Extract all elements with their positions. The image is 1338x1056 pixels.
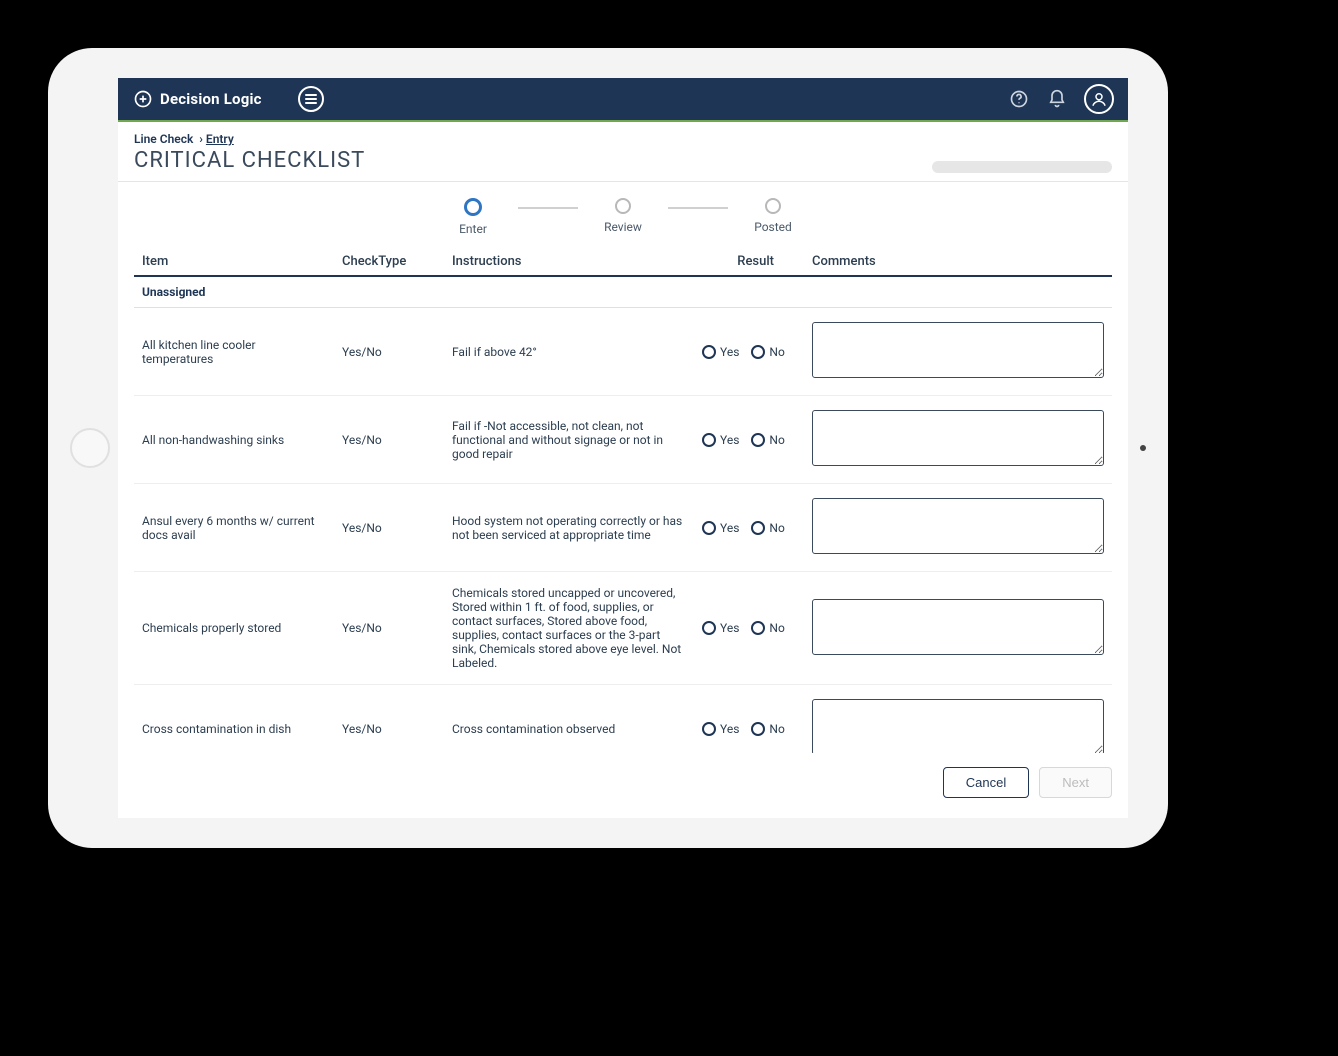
group-row: Unassigned (134, 276, 1112, 308)
cell-checktype: Yes/No (334, 484, 444, 572)
radio-no-label: No (769, 722, 784, 736)
cell-item: Cross contamination in dish (134, 685, 334, 754)
comments-input[interactable] (812, 599, 1104, 655)
page-title: CRITICAL CHECKLIST (134, 148, 365, 173)
radio-yes[interactable] (702, 621, 716, 635)
help-icon[interactable] (1008, 88, 1030, 110)
title-placeholder (932, 161, 1112, 173)
breadcrumb: Line Check › Entry (134, 132, 365, 146)
radio-no[interactable] (751, 433, 765, 447)
col-header-checktype: CheckType (334, 248, 444, 276)
cell-comments (804, 396, 1112, 484)
col-header-item: Item (134, 248, 334, 276)
radio-yes[interactable] (702, 433, 716, 447)
radio-no[interactable] (751, 621, 765, 635)
col-header-instructions: Instructions (444, 248, 694, 276)
radio-yes-label: Yes (720, 621, 739, 635)
table-row: All non-handwashing sinks Yes/No Fail if… (134, 396, 1112, 484)
comments-input[interactable] (812, 410, 1104, 466)
col-header-comments: Comments (804, 248, 1112, 276)
radio-yes[interactable] (702, 722, 716, 736)
tablet-home-button[interactable] (70, 428, 110, 468)
cell-item: Chemicals properly stored (134, 572, 334, 685)
radio-no-label: No (769, 433, 784, 447)
cell-result: Yes No (694, 396, 804, 484)
cell-comments (804, 484, 1112, 572)
radio-yes-label: Yes (720, 433, 739, 447)
table-row: All kitchen line cooler temperatures Yes… (134, 308, 1112, 396)
cell-checktype: Yes/No (334, 308, 444, 396)
cell-item: All kitchen line cooler temperatures (134, 308, 334, 396)
cell-item: Ansul every 6 months w/ current docs ava… (134, 484, 334, 572)
table-wrap[interactable]: Item CheckType Instructions Result Comme… (118, 248, 1128, 753)
cell-comments (804, 308, 1112, 396)
cancel-button[interactable]: Cancel (943, 767, 1029, 798)
breadcrumb-current[interactable]: Entry (206, 132, 234, 146)
radio-yes-label: Yes (720, 345, 739, 359)
col-header-result: Result (694, 248, 804, 276)
cell-comments (804, 572, 1112, 685)
step-posted[interactable]: Posted (728, 198, 818, 234)
checklist-table: Item CheckType Instructions Result Comme… (134, 248, 1112, 753)
cell-comments (804, 685, 1112, 754)
comments-input[interactable] (812, 699, 1104, 753)
user-avatar-icon[interactable] (1084, 84, 1114, 114)
subheader: Line Check › Entry CRITICAL CHECKLIST (118, 122, 1128, 182)
breadcrumb-root[interactable]: Line Check (134, 132, 193, 146)
cell-instructions: Fail if above 42° (444, 308, 694, 396)
table-row: Cross contamination in dish Yes/No Cross… (134, 685, 1112, 754)
radio-no[interactable] (751, 345, 765, 359)
cell-result: Yes No (694, 572, 804, 685)
step-connector (518, 207, 578, 209)
app-screen: Decision Logic (118, 78, 1128, 818)
radio-no-label: No (769, 345, 784, 359)
step-enter[interactable]: Enter (428, 198, 518, 236)
cell-instructions: Hood system not operating correctly or h… (444, 484, 694, 572)
radio-no-label: No (769, 521, 784, 535)
tablet-camera (1140, 445, 1146, 451)
cell-instructions: Cross contamination observed (444, 685, 694, 754)
cell-result: Yes No (694, 484, 804, 572)
cell-checktype: Yes/No (334, 396, 444, 484)
progress-stepper: Enter Review Posted (118, 182, 1128, 248)
brand-name: Decision Logic (160, 90, 262, 108)
step-review[interactable]: Review (578, 198, 668, 234)
app-header: Decision Logic (118, 78, 1128, 122)
radio-no-label: No (769, 621, 784, 635)
cell-instructions: Fail if -Not accessible, not clean, not … (444, 396, 694, 484)
hamburger-menu-icon[interactable] (298, 86, 324, 112)
radio-yes[interactable] (702, 521, 716, 535)
step-connector (668, 207, 728, 209)
radio-yes-label: Yes (720, 521, 739, 535)
cell-checktype: Yes/No (334, 572, 444, 685)
group-label: Unassigned (134, 276, 1112, 308)
cell-checktype: Yes/No (334, 685, 444, 754)
bell-icon[interactable] (1046, 88, 1068, 110)
table-row: Ansul every 6 months w/ current docs ava… (134, 484, 1112, 572)
comments-input[interactable] (812, 498, 1104, 554)
radio-no[interactable] (751, 521, 765, 535)
cell-instructions: Chemicals stored uncapped or uncovered, … (444, 572, 694, 685)
cell-result: Yes No (694, 308, 804, 396)
radio-no[interactable] (751, 722, 765, 736)
radio-yes-label: Yes (720, 722, 739, 736)
next-button: Next (1039, 767, 1112, 798)
comments-input[interactable] (812, 322, 1104, 378)
radio-yes[interactable] (702, 345, 716, 359)
tablet-frame: Decision Logic (48, 48, 1168, 848)
table-row: Chemicals properly stored Yes/No Chemica… (134, 572, 1112, 685)
cell-result: Yes No (694, 685, 804, 754)
footer: Cancel Next (118, 753, 1128, 818)
cell-item: All non-handwashing sinks (134, 396, 334, 484)
brand-logo-icon (132, 88, 154, 110)
